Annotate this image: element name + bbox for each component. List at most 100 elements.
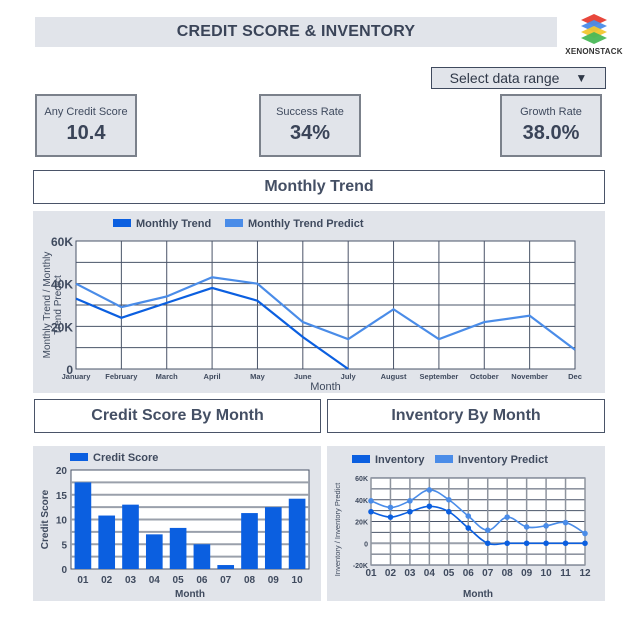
caret-down-icon: ▼: [575, 71, 588, 85]
x-tick-label: February: [105, 372, 138, 381]
data-point-inventory-predict: [368, 498, 374, 504]
data-point-inventory: [368, 508, 374, 515]
legend-swatch: [113, 219, 131, 227]
x-tick-label: Dec: [568, 372, 582, 381]
bar-04: [145, 534, 163, 569]
y-axis-label: Credit Score: [40, 489, 51, 549]
x-tick-label: 02: [101, 575, 113, 586]
x-tick-label: June: [294, 372, 312, 381]
xenonstack-logo: XENONSTACK: [563, 12, 625, 62]
bar-03: [122, 504, 139, 569]
legend-swatch: [352, 455, 370, 463]
data-point-inventory: [562, 540, 569, 547]
x-tick-label: 06: [463, 568, 475, 579]
data-point-inventory: [504, 540, 510, 547]
x-tick-label: 01: [77, 575, 89, 586]
y-axis-label: Inventory / Inventory Predict: [333, 482, 342, 576]
data-point-inventory-predict: [446, 496, 452, 503]
x-tick-label: 08: [244, 575, 256, 586]
y-axis-label: Monthly Trend / MonthlyTrend Predict: [42, 252, 64, 359]
kpi-value: 10.4: [66, 122, 106, 144]
x-tick-label: 04: [149, 575, 161, 586]
layers-logo-icon: [581, 14, 607, 44]
x-tick-label: March: [156, 372, 179, 381]
data-point-inventory: [582, 540, 588, 547]
x-tick-label: 09: [521, 568, 533, 579]
legend-label: Credit Score: [93, 452, 158, 464]
y-tick-label: 20: [56, 466, 68, 477]
legend-swatch: [225, 219, 243, 227]
data-point-inventory-predict: [426, 487, 433, 493]
x-tick-label: 08: [502, 568, 514, 579]
x-tick-label: 11: [560, 568, 571, 579]
x-tick-label: October: [470, 372, 499, 381]
data-point-inventory: [465, 525, 472, 531]
legend-label: Inventory: [375, 454, 425, 466]
section-header-credit-score: Credit Score By Month: [34, 399, 321, 433]
y-tick-label: 60K: [51, 235, 73, 249]
data-point-inventory: [543, 540, 549, 547]
kpi-value: 34%: [289, 122, 331, 144]
data-point-inventory: [407, 508, 413, 515]
data-point-inventory: [446, 508, 452, 515]
kpi-label: Growth Rate: [520, 106, 582, 118]
data-point-inventory: [426, 503, 433, 510]
data-point-inventory-predict: [465, 513, 472, 519]
monthly-trend-panel: Monthly Trend Monthly Trend Predict 0 20K 40…: [33, 211, 605, 393]
data-point-inventory-predict: [407, 498, 413, 504]
bar-06: [193, 544, 211, 569]
y-tick-label: 0: [364, 541, 368, 548]
kpi-card-growth-rate: Growth Rate 38.0%: [500, 94, 602, 157]
x-tick-label: July: [341, 372, 357, 381]
x-tick-label: January: [62, 372, 92, 381]
dropdown-label: Select data range: [449, 70, 560, 86]
x-tick-label: 01: [365, 568, 377, 579]
x-tick-label: 10: [292, 575, 304, 586]
x-tick-label: 02: [385, 568, 397, 579]
y-tick-label: 40K: [355, 498, 368, 505]
x-tick-label: 03: [404, 568, 416, 579]
data-point-inventory-predict: [387, 504, 394, 511]
kpi-value: 38.0%: [522, 122, 580, 144]
x-tick-label: 06: [196, 575, 208, 586]
x-tick-label: April: [204, 372, 221, 381]
data-point-inventory: [484, 540, 491, 547]
credit-score-panel: Credit Score 0 5 10 15 20 01 02 03 04 05 06 07 08 09 10…: [33, 446, 321, 601]
x-tick-label: 07: [220, 575, 232, 586]
kpi-card-credit-score: Any Credit Score 10.4: [35, 94, 137, 157]
x-tick-label: 09: [268, 575, 280, 586]
kpi-label: Any Credit Score: [44, 106, 128, 118]
logo-text: XENONSTACK: [565, 47, 623, 56]
y-tick-label: 60K: [355, 476, 368, 483]
legend-swatch: [435, 455, 453, 463]
kpi-card-success-rate: Success Rate 34%: [259, 94, 361, 157]
data-point-inventory-predict: [484, 527, 491, 533]
data-point-inventory-predict: [543, 523, 549, 529]
data-point-inventory-predict: [504, 514, 510, 520]
x-axis-label: Month: [463, 589, 493, 600]
y-tick-label: 0: [61, 565, 67, 576]
credit-score-chart: Credit Score0510152001 02 03 04 05 06 07 08 09 10…: [40, 452, 310, 600]
data-point-inventory: [387, 514, 394, 520]
bar-09: [264, 507, 282, 569]
monthly-trend-chart: Monthly Trend Monthly Trend Predict020K40…: [42, 218, 582, 393]
x-tick-label: 03: [125, 575, 137, 586]
x-tick-label: May: [250, 372, 265, 381]
bar-08: [241, 513, 258, 569]
legend-swatch: [70, 453, 88, 461]
y-tick-label: 10: [56, 516, 68, 527]
inventory-panel: Inventory Inventory Predict -20K 0 20K 40K 60K…: [327, 446, 605, 601]
bar-01: [74, 482, 92, 569]
bar-05: [169, 527, 187, 569]
bar-10: [288, 498, 306, 569]
y-tick-label: 5: [61, 540, 67, 551]
x-axis-label: Month: [310, 381, 341, 393]
section-header-monthly-trend: Monthly Trend: [33, 170, 605, 204]
x-axis-label: Month: [175, 589, 205, 600]
x-tick-label: September: [420, 372, 459, 381]
page-title: CREDIT SCORE & INVENTORY: [35, 17, 557, 47]
y-tick-label: 15: [56, 491, 68, 502]
section-header-inventory: Inventory By Month: [327, 399, 605, 433]
date-range-dropdown[interactable]: Select data range ▼: [431, 67, 606, 89]
inventory-chart: Inventory Inventory Predict-20K020K40K60K…: [333, 454, 591, 600]
